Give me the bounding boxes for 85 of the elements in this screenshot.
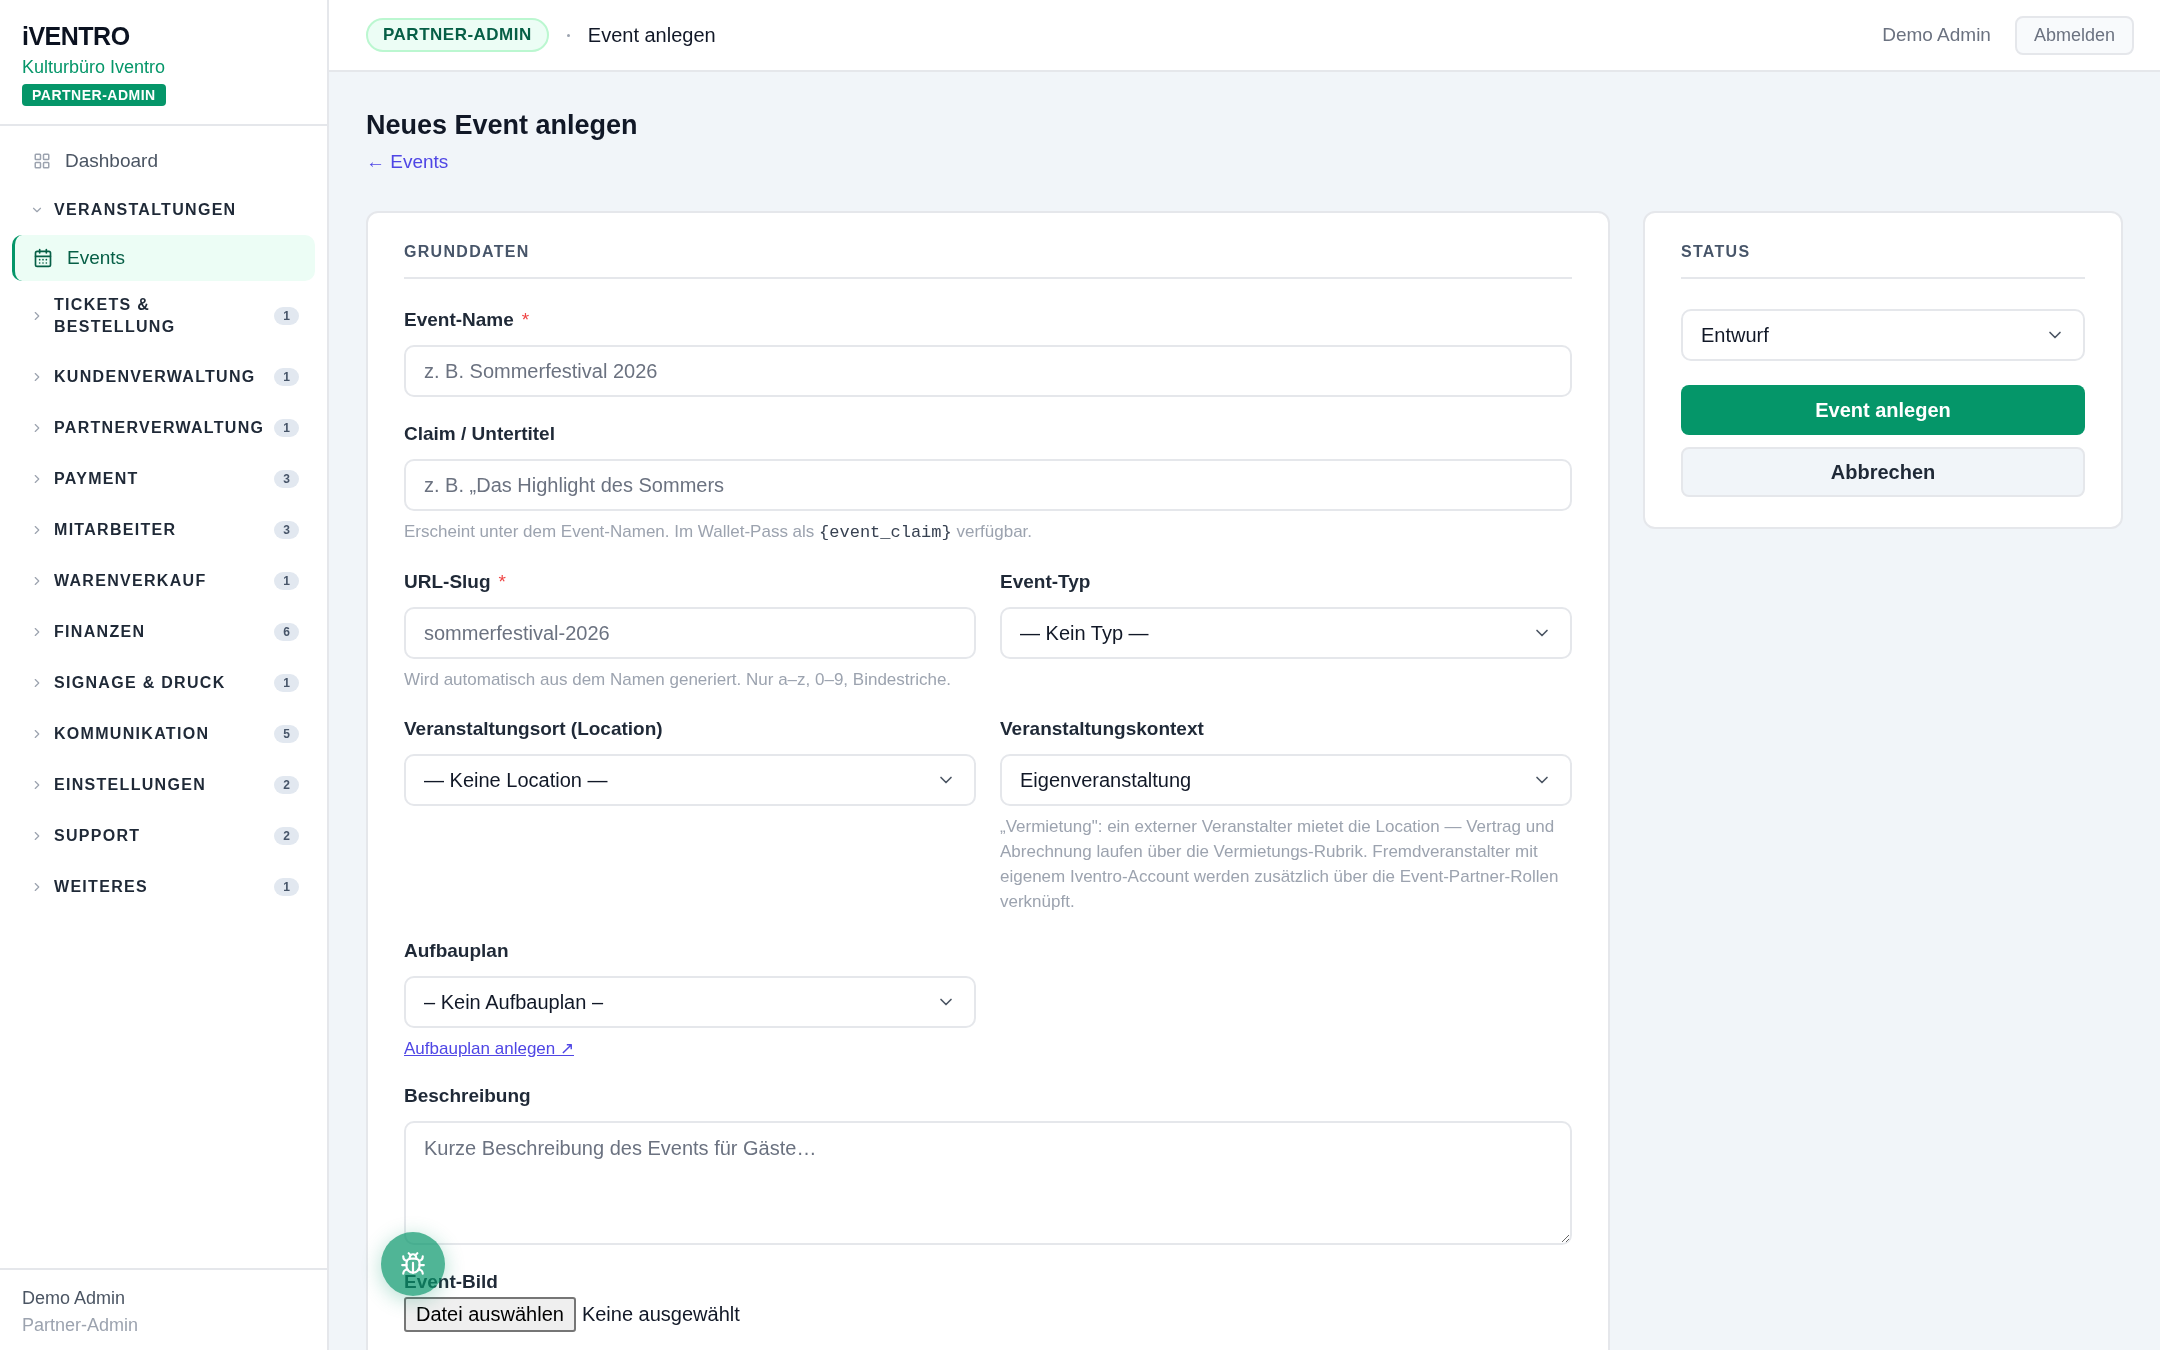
- user-name: Demo Admin: [22, 1288, 127, 1309]
- select-field[interactable]: – Kein Aufbauplan –: [404, 976, 976, 1028]
- group-label: SIGNAGE & DRUCK: [54, 672, 227, 693]
- group-label: WEITERES: [54, 876, 149, 897]
- file-button[interactable]: Datei auswählen: [404, 1297, 576, 1332]
- file-status: Keine ausgewählt: [581, 1303, 740, 1326]
- count-badge: 3: [274, 520, 299, 539]
- count-badge: 1: [274, 307, 299, 325]
- nav-group[interactable]: KUNDENVERWALTUNG 1: [12, 351, 315, 402]
- role-badge: PARTNER-ADMIN: [366, 18, 549, 52]
- field-label: Veranstaltungsort (Location): [404, 718, 663, 740]
- count-badge: 3: [274, 469, 299, 488]
- nav-group[interactable]: MITARBEITER 3: [12, 504, 315, 555]
- field-label: Aufbauplan: [404, 940, 509, 962]
- user-name: Demo Admin: [1882, 24, 1991, 46]
- nav-group[interactable]: FINANZEN 6: [12, 606, 315, 657]
- input-field[interactable]: sommerfestival-2026: [404, 607, 976, 659]
- count-badge: 2: [274, 826, 299, 845]
- nav-label: Dashboard: [65, 150, 158, 172]
- group-label: VERANSTALTUNGEN: [54, 199, 238, 220]
- nav-label: Events: [67, 247, 126, 269]
- select-field[interactable]: Eigenveranstaltung: [1000, 754, 1572, 806]
- user-role: Partner-Admin: [22, 1315, 140, 1336]
- count-badge: 1: [274, 367, 299, 386]
- nav-group[interactable]: WARENVERKAUF 1: [12, 555, 315, 606]
- section-title: GRUNDDATEN: [404, 243, 1572, 279]
- textarea-field[interactable]: Kurze Beschreibung des Events für Gäste…: [404, 1121, 1572, 1245]
- field-label: Event-Typ: [1000, 571, 1091, 593]
- nav-group[interactable]: SIGNAGE & DRUCK 1: [12, 657, 315, 708]
- group-label: PAYMENT: [54, 468, 140, 489]
- group-label: MITARBEITER: [54, 519, 178, 540]
- nav-group[interactable]: PARTNERVERWALTUNG 1: [12, 402, 315, 453]
- grid-icon: [33, 152, 51, 170]
- required-mark: *: [521, 309, 530, 331]
- nav-group[interactable]: SUPPORT 2: [12, 810, 315, 861]
- nav-group[interactable]: TICKETS & BESTELLUNG 1: [12, 281, 315, 351]
- group-label: EINSTELLUNGEN: [54, 774, 208, 795]
- org-name: Kulturbüro Iventro: [22, 57, 166, 78]
- input-field[interactable]: z. B. „Das Highlight des Sommers: [404, 459, 1572, 511]
- count-badge: 5: [274, 724, 299, 743]
- field-hint: „Vermietung": ein externer Veranstalter mietet die Location — Vertrag und Abrechnung laufen über die Vermietungs-Rubrik. Fremdveranstalter mit eigenem Iventro-Account werden zusätzlich über die Event-Partner-Rollen verknüpft.: [1000, 816, 1560, 913]
- select-field[interactable]: — Kein Typ —: [1000, 607, 1572, 659]
- field-label: Event-Name: [404, 309, 514, 331]
- logo: iVENTRO: [22, 22, 130, 51]
- count-badge: 1: [274, 418, 299, 437]
- nav-group[interactable]: WEITERES 1: [12, 861, 315, 912]
- nav-item[interactable]: Events: [12, 235, 315, 281]
- field-hint: Wird automatisch aus dem Namen generiert. Nur a–z, 0–9, Bindestriche.: [404, 669, 953, 691]
- group-label: PARTNERVERWALTUNG: [54, 417, 265, 438]
- create-button[interactable]: Event anlegen: [1681, 385, 2085, 435]
- nav-group[interactable]: KOMMUNIKATION 5: [12, 708, 315, 759]
- nav-group[interactable]: VERANSTALTUNGEN: [12, 184, 315, 235]
- status-select[interactable]: Entwurf: [1681, 309, 2085, 361]
- cancel-button[interactable]: Abbrechen: [1681, 447, 2085, 497]
- count-badge: 1: [274, 673, 299, 692]
- page-breadcrumb: Event anlegen: [587, 23, 717, 47]
- group-label: KOMMUNIKATION: [54, 723, 211, 744]
- count-badge: 6: [274, 622, 299, 641]
- group-label: TICKETS & BESTELLUNG: [54, 295, 177, 337]
- back-link[interactable]: ← Events: [366, 151, 449, 173]
- nav-group[interactable]: EINSTELLUNGEN 2: [12, 759, 315, 810]
- create-link[interactable]: Aufbauplan anlegen ↗: [404, 1038, 574, 1059]
- field-label: Beschreibung: [404, 1085, 531, 1107]
- nav-item[interactable]: Dashboard: [12, 138, 315, 184]
- nav-group[interactable]: PAYMENT 3: [12, 453, 315, 504]
- bug-icon: [400, 1251, 426, 1277]
- select-field[interactable]: — Keine Location —: [404, 754, 976, 806]
- field-label: URL-Slug: [404, 571, 491, 593]
- group-label: WARENVERKAUF: [54, 570, 208, 591]
- field-hint: Erscheint unter dem Event-Namen. Im Wallet-Pass als {event_claim} verfügbar.: [404, 521, 1034, 544]
- group-label: FINANZEN: [54, 621, 147, 642]
- field-label: Claim / Untertitel: [404, 423, 555, 445]
- role-badge: PARTNER-ADMIN: [22, 84, 166, 106]
- input-field[interactable]: z. B. Sommerfestival 2026: [404, 345, 1572, 397]
- page-title: Neues Event anlegen: [366, 110, 639, 141]
- group-label: KUNDENVERWALTUNG: [54, 366, 257, 387]
- logout-button[interactable]: Abmelden: [2014, 15, 2134, 55]
- field-label: Veranstaltungskontext: [1000, 718, 1204, 740]
- count-badge: 1: [274, 877, 299, 896]
- required-mark: *: [498, 571, 506, 593]
- count-badge: 1: [274, 571, 299, 590]
- count-badge: 2: [274, 775, 299, 794]
- calendar-icon: [33, 248, 53, 268]
- group-label: SUPPORT: [54, 825, 142, 846]
- section-title: STATUS: [1681, 243, 2085, 279]
